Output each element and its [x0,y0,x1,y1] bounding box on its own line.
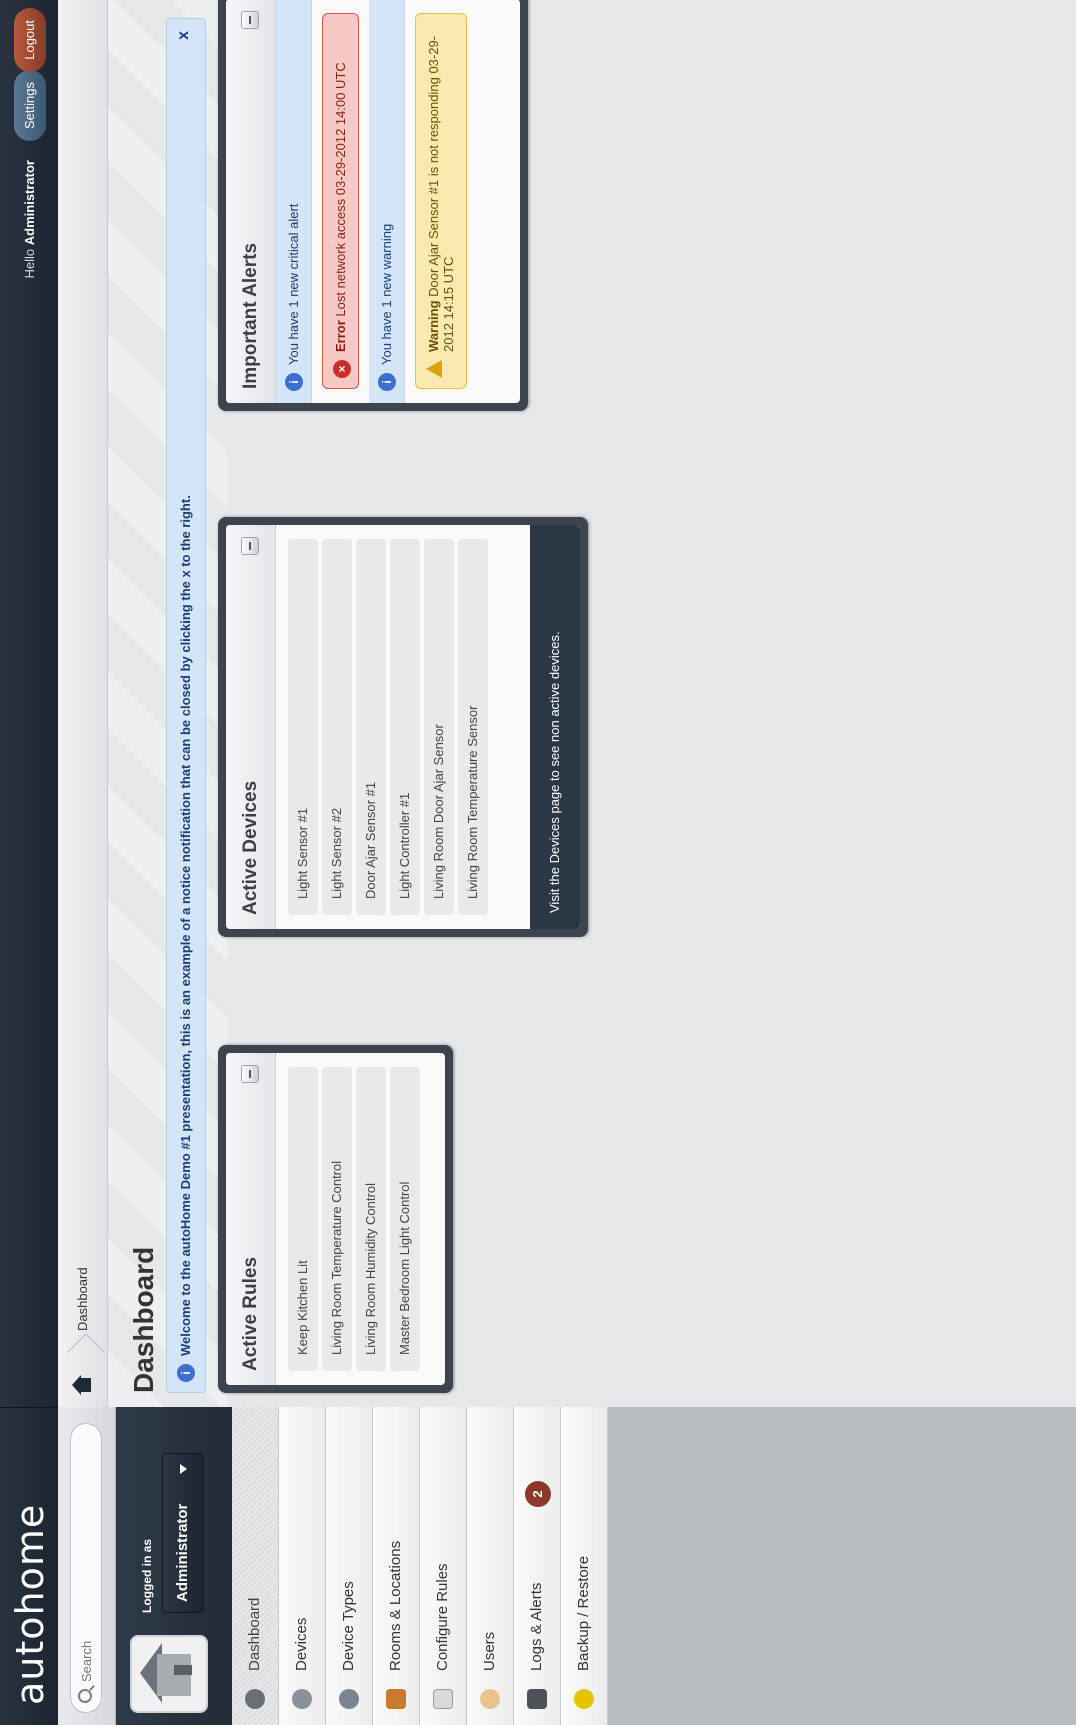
rule-item[interactable]: Living Room Humidity Control [356,1067,386,1371]
page-title: Dashboard [128,1246,159,1393]
logged-in-label: Logged in as [140,1538,154,1613]
minimize-icon[interactable] [241,537,259,555]
sidebar-item-backup[interactable]: Backup / Restore [561,1407,608,1725]
sidebar-item-label: Rooms & Locations [387,1540,404,1671]
search-icon [78,1689,92,1703]
users-icon [480,1689,500,1709]
error-text: Lost network access 03-29-2012 14:00 UTC [333,62,348,317]
sidebar-item-devices[interactable]: Devices [279,1407,326,1725]
top-bar: Hello Administrator Settings Logout [0,0,58,1407]
devices-icon [292,1689,312,1709]
user-dropdown[interactable]: Administrator [162,1453,204,1613]
warning-alert[interactable]: Warning Door Ajar Sensor #1 is not respo… [415,13,467,389]
warning-summary-text: You have 1 new warning [379,223,394,365]
sidebar-item-rooms[interactable]: Rooms & Locations [373,1407,420,1725]
widget-header: Active Devices [226,525,276,929]
rooms-icon [386,1689,406,1709]
search-bar [58,1407,116,1725]
important-alerts-widget: Important Alerts i You have 1 new critic… [218,0,528,411]
logs-icon [527,1689,547,1709]
device-item[interactable]: Light Sensor #2 [322,539,352,915]
widget-title: Active Devices [240,780,261,915]
sidebar-item-label: Backup / Restore [575,1555,592,1671]
breadcrumb-current[interactable]: Dashboard [75,1267,90,1331]
logout-button[interactable]: Logout [14,8,46,72]
device-item[interactable]: Door Ajar Sensor #1 [356,539,386,915]
settings-button[interactable]: Settings [14,70,46,141]
sidebar-item-label: Dashboard [246,1597,263,1671]
info-icon: i [285,373,303,391]
error-label: Error [333,320,348,352]
device-item[interactable]: Living Room Temperature Sensor [458,539,488,915]
logo-bar: autohome [0,1407,58,1725]
widget-header: Important Alerts [226,0,276,403]
sidebar-item-rules[interactable]: Configure Rules [420,1407,467,1725]
chevron-down-icon [180,1464,187,1474]
close-icon[interactable]: x [175,31,193,40]
widget-title: Active Rules [240,1256,261,1371]
app-logo[interactable]: autohome [8,1504,52,1705]
search-input[interactable] [70,1423,102,1713]
critical-alert-summary: i You have 1 new critical alert [276,0,312,403]
sidebar-item-label: Configure Rules [434,1563,451,1671]
sidebar-item-label: Devices [293,1617,310,1671]
device-item[interactable]: Light Sensor #1 [288,539,318,915]
sidebar-item-label: Logs & Alerts [528,1582,545,1671]
rule-item[interactable]: Master Bedroom Light Control [390,1067,420,1371]
sidebar-item-users[interactable]: Users [467,1407,514,1725]
info-icon: i [177,1364,195,1382]
minimize-icon[interactable] [241,11,259,29]
warning-icon [426,360,442,378]
breadcrumb: Dashboard [58,0,108,1407]
error-alert[interactable]: × Error Lost network access 03-29-2012 1… [322,13,359,389]
device-item[interactable]: Light Controller #1 [390,539,420,915]
error-icon: × [333,360,351,378]
sidebar: autohome Logged in as Administrator Dash… [0,1407,1076,1725]
greeting: Hello Administrator [22,160,37,278]
notice-banner: i Welcome to the autoHome Demo #1 presen… [166,18,206,1393]
greeting-user: Administrator [22,160,37,246]
user-dropdown-value: Administrator [174,1503,191,1602]
warning-summary: i You have 1 new warning [369,0,405,403]
sidebar-item-label: Users [481,1631,498,1671]
avatar [130,1635,208,1713]
rules-icon [433,1689,453,1709]
breadcrumb-separator [58,1337,108,1363]
dashboard-icon [245,1689,265,1709]
app-window: autohome Logged in as Administrator Dash… [0,0,1076,1725]
sidebar-item-dashboard[interactable]: Dashboard [232,1407,279,1725]
rule-item[interactable]: Living Room Temperature Control [322,1067,352,1371]
minimize-icon[interactable] [241,1065,259,1083]
user-panel: Logged in as Administrator [116,1407,232,1725]
backup-icon [574,1689,594,1709]
critical-alert-text: You have 1 new critical alert [286,203,301,365]
device-item[interactable]: Living Room Door Ajar Sensor [424,539,454,915]
active-devices-widget: Active Devices Light Sensor #1 Light Sen… [218,517,588,937]
alerts-count-badge: 2 [525,1481,551,1507]
rule-item[interactable]: Keep Kitchen Lit [288,1067,318,1371]
notice-text: Welcome to the autoHome Demo #1 presenta… [178,495,193,1356]
devices-footer-link[interactable]: Visit the Devices page to see non active… [530,525,580,929]
widget-title: Important Alerts [240,242,261,389]
main-content: Dashboard i Welcome to the autoHome Demo… [108,0,1076,1407]
info-icon: i [378,373,396,391]
sidebar-nav: Dashboard Devices Device Types Rooms & L… [232,1407,608,1725]
widget-header: Active Rules [226,1053,276,1385]
home-icon[interactable] [72,1375,92,1395]
active-rules-widget: Active Rules Keep Kitchen Lit Living Roo… [218,1045,453,1393]
sidebar-item-device-types[interactable]: Device Types [326,1407,373,1725]
sidebar-item-label: Device Types [340,1581,357,1671]
greeting-hello: Hello [22,248,37,279]
sidebar-item-logs[interactable]: Logs & Alerts 2 [514,1407,561,1725]
device-types-icon [339,1689,359,1709]
warning-label: Warning [426,300,441,352]
